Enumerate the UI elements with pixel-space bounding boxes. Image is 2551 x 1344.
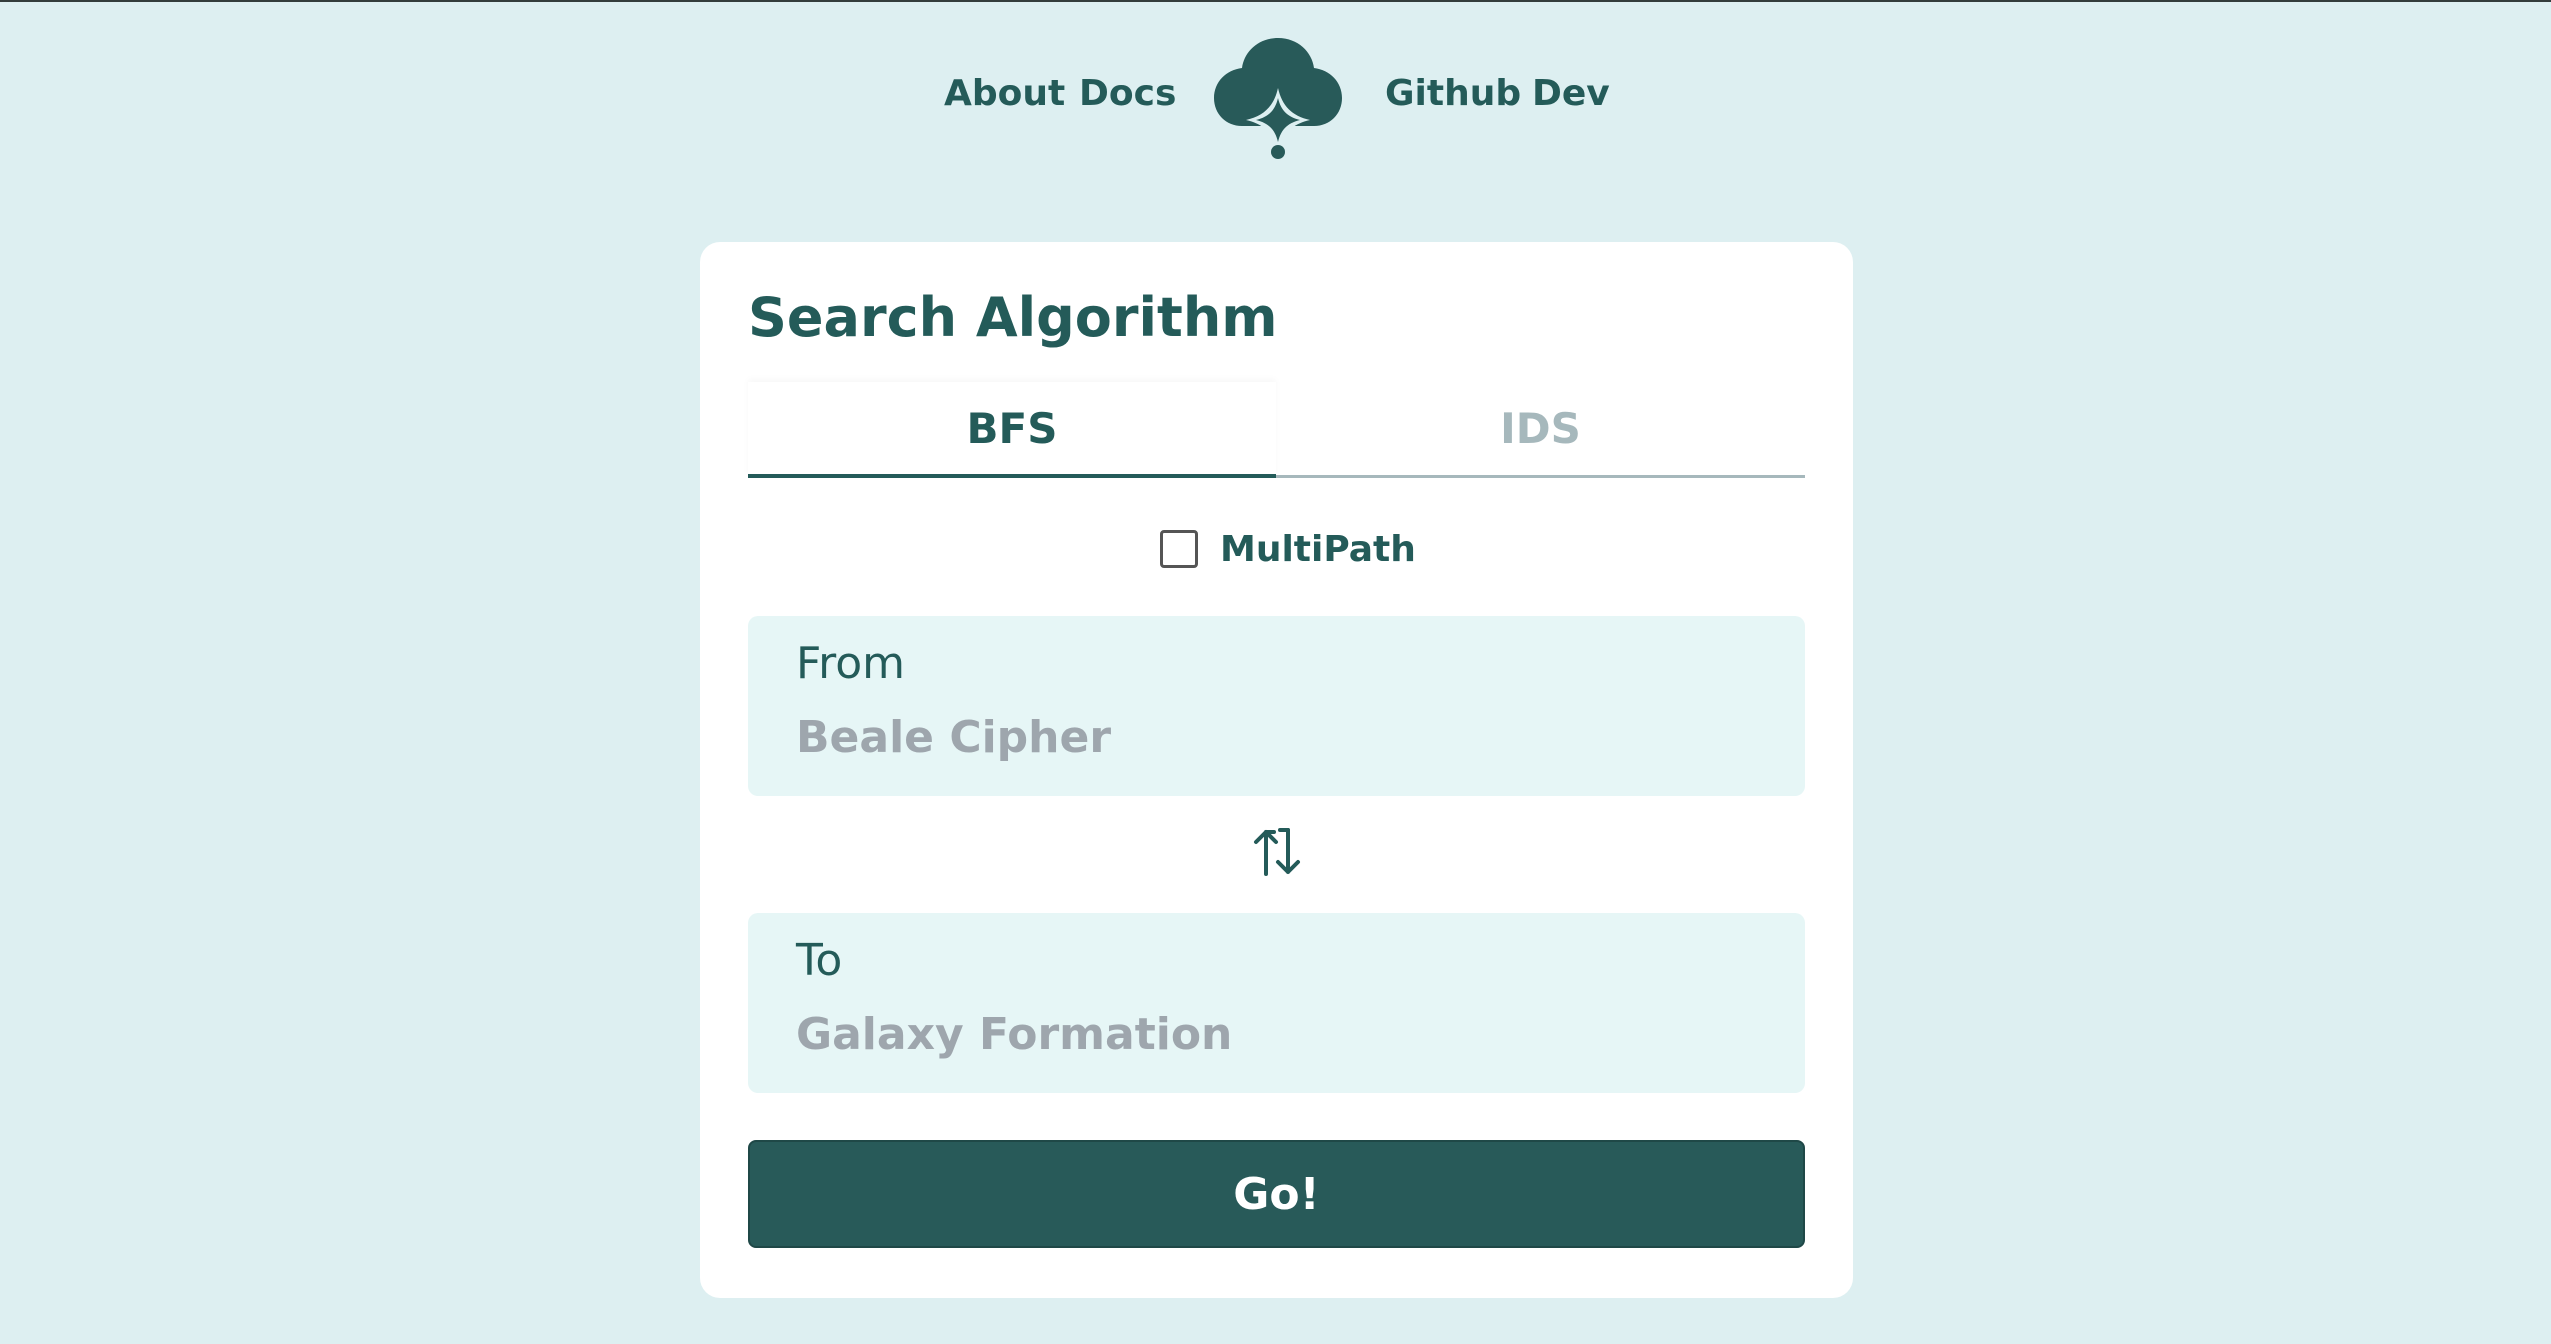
- to-input[interactable]: [796, 1009, 1756, 1060]
- nav-link-docs[interactable]: Docs: [1079, 76, 1176, 112]
- from-label: From: [796, 638, 906, 689]
- top-nav: About Docs Github Dev: [0, 36, 2551, 160]
- card-title: Search Algorithm: [748, 286, 1278, 349]
- to-label: To: [796, 935, 843, 986]
- nav-link-about[interactable]: About: [944, 76, 1065, 112]
- search-card: Search Algorithm BFS IDS MultiPath From …: [700, 242, 1853, 1298]
- multipath-checkbox[interactable]: [1160, 530, 1198, 568]
- from-field[interactable]: From: [748, 616, 1805, 796]
- top-border: [0, 0, 2551, 2]
- go-button[interactable]: Go!: [748, 1140, 1805, 1248]
- tab-ids[interactable]: IDS: [1276, 382, 1805, 478]
- nav-link-github[interactable]: Github: [1385, 76, 1521, 112]
- to-field[interactable]: To: [748, 913, 1805, 1093]
- nav-link-dev[interactable]: Dev: [1532, 76, 1610, 112]
- from-input[interactable]: [796, 712, 1756, 763]
- algorithm-tabs: BFS IDS: [748, 382, 1805, 478]
- cloud-sparkle-icon[interactable]: [1212, 36, 1344, 160]
- swap-vertical-arrows-icon[interactable]: [1252, 824, 1302, 880]
- multipath-label: MultiPath: [1220, 528, 1416, 570]
- multipath-toggle[interactable]: MultiPath: [1160, 525, 1416, 573]
- tab-bfs[interactable]: BFS: [748, 382, 1276, 478]
